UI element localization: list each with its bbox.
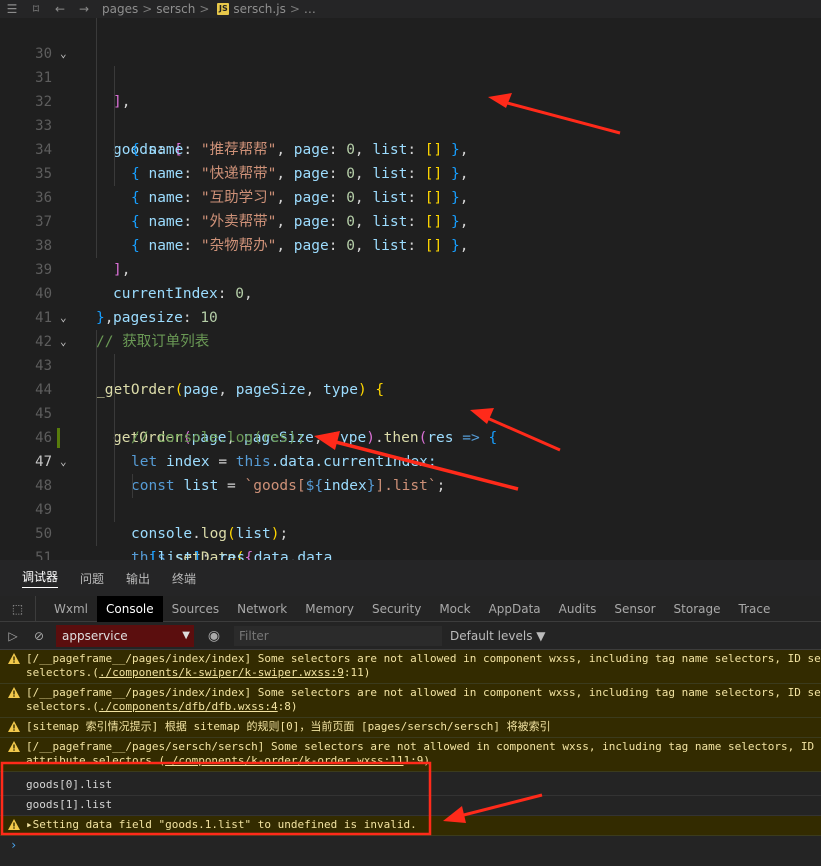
- breadcrumb-more[interactable]: …: [304, 2, 316, 16]
- code-line: 38 currentIndex: 0,: [0, 210, 821, 302]
- code-editor[interactable]: 30 ], 31 ⌄ goods: [ 32 { name: "推荐帮帮", p…: [0, 18, 821, 560]
- console-log: goods[0].list: [0, 776, 821, 796]
- console-log: goods[1].list: [0, 796, 821, 816]
- panel-tab-mock[interactable]: Mock: [430, 596, 479, 622]
- source-link[interactable]: ./components/k-order/k-order.wxss:11: [165, 754, 403, 767]
- fold-chevron-icon[interactable]: ⌄: [60, 330, 72, 354]
- warning-icon: [8, 653, 20, 664]
- breadcrumb-pages[interactable]: pages: [102, 2, 138, 16]
- tab-output[interactable]: 输出: [126, 570, 150, 587]
- panel-tab-security[interactable]: Security: [363, 596, 430, 622]
- console-warning: [sitemap 索引情况提示] 根据 sitemap 的规则[0]，当前页面 …: [0, 718, 821, 738]
- forward-arrow-icon[interactable]: →: [72, 2, 96, 16]
- editor-breadcrumb-bar: ☰ ⌑ ← → pages > sersch > JS sersch.js > …: [0, 0, 821, 18]
- eye-icon[interactable]: ◉: [194, 628, 234, 644]
- code-line: 31 ⌄ goods: [: [0, 42, 821, 158]
- console-warning: [/__pageframe__/pages/sersch/sersch] Som…: [0, 738, 821, 772]
- js-file-icon: JS: [217, 3, 230, 15]
- panel-tab-sensor[interactable]: Sensor: [605, 596, 664, 622]
- bookmark-icon[interactable]: ⌑: [24, 2, 48, 16]
- code-line: 37 ],: [0, 186, 821, 278]
- console-warning: ▸Setting data field "goods.1.list" to un…: [0, 816, 821, 836]
- chevron-down-icon: ▼: [182, 629, 190, 641]
- menu-icon[interactable]: ☰: [0, 2, 24, 16]
- back-arrow-icon[interactable]: ←: [48, 2, 72, 16]
- code-line: 44 // console.log(res);: [0, 354, 821, 446]
- code-line: 40 },: [0, 258, 821, 326]
- code-line: 41 // 获取订单列表: [0, 282, 821, 350]
- code-line: 45 let index = this.data.currentIndex;: [0, 378, 821, 470]
- fold-chevron-icon[interactable]: ⌄: [60, 42, 72, 66]
- panel-tab-storage[interactable]: Storage: [665, 596, 730, 622]
- code-line: 33 { name: "快递帮带", page: 0, list: [] },: [0, 90, 821, 182]
- clear-console-icon[interactable]: ⊘: [26, 629, 52, 643]
- inspect-element-icon[interactable]: ⬚: [0, 595, 36, 622]
- fold-chevron-icon[interactable]: ⌄: [60, 306, 72, 330]
- panel-tab-memory[interactable]: Memory: [296, 596, 363, 622]
- warning-icon: [8, 819, 20, 830]
- filter-input[interactable]: Filter: [234, 625, 442, 646]
- code-line: 30 ],: [0, 18, 821, 110]
- code-line: 47 console.log(list);: [0, 426, 821, 542]
- console-output[interactable]: [/__pageframe__/pages/index/index] Some …: [0, 650, 821, 866]
- code-line: 35 { name: "外卖帮带", page: 0, list: [] },: [0, 138, 821, 230]
- code-line: 48 ⌄ this.setData({: [0, 450, 821, 560]
- code-line: 36 { name: "杂物帮办", page: 0, list: [] },: [0, 162, 821, 254]
- panel-tab-trace[interactable]: Trace: [730, 596, 780, 622]
- context-select-value: appservice: [62, 628, 128, 643]
- sidebar-toggle-icon[interactable]: ▷: [0, 629, 26, 643]
- code-line: 32 { name: "推荐帮帮", page: 0, list: [] },: [0, 66, 821, 158]
- code-line: 34 { name: "互助学习", page: 0, list: [] },: [0, 114, 821, 206]
- tab-problems[interactable]: 问题: [80, 570, 104, 587]
- breadcrumb-separator: >: [199, 2, 210, 16]
- console-warning: [/__pageframe__/pages/index/index] Some …: [0, 684, 821, 718]
- code-line: 43 ⌄ getOrder(page, pageSize, type).then…: [0, 330, 821, 446]
- warning-icon: [8, 741, 20, 752]
- breadcrumb-separator: >: [289, 2, 300, 16]
- warning-icon: [8, 721, 20, 732]
- panel-tab-wxml[interactable]: Wxml: [45, 596, 97, 622]
- console-filter-bar: ▷ ⊘ appservice ▼ ◉ Filter Default levels…: [0, 622, 821, 650]
- fold-chevron-icon[interactable]: ⌄: [60, 450, 72, 474]
- tab-debugger[interactable]: 调试器: [22, 568, 59, 588]
- modified-line-marker: [57, 428, 60, 448]
- code-line: 42 ⌄ _getOrder(page, pageSize, type) {: [0, 306, 821, 398]
- code-line: 51 }): [0, 522, 821, 560]
- panel-tab-audits[interactable]: Audits: [550, 596, 606, 622]
- default-levels-dropdown[interactable]: Default levels ▼: [450, 629, 546, 643]
- source-link[interactable]: ./components/dfb/dfb.wxss:4: [99, 700, 278, 713]
- breadcrumb-file[interactable]: sersch.js: [233, 2, 285, 16]
- panel-tab-appdata[interactable]: AppData: [480, 596, 550, 622]
- breadcrumb-separator: >: [142, 2, 153, 16]
- console-prompt[interactable]: ›: [10, 838, 17, 852]
- code-line: 52 },: [0, 546, 821, 560]
- panel-tab-sources[interactable]: Sources: [163, 596, 228, 622]
- code-line: 46 const list = `goods[${index}].list`;: [0, 402, 821, 494]
- devtools-tab-bar: 调试器 问题 输出 终端: [0, 560, 821, 596]
- warning-icon: [8, 687, 20, 698]
- code-line: 39 pagesize: 10: [0, 234, 821, 326]
- console-warning: [/__pageframe__/pages/index/index] Some …: [0, 650, 821, 684]
- code-line: 49 [list]: res.data.data: [0, 474, 821, 560]
- context-select[interactable]: appservice ▼: [56, 624, 194, 647]
- panel-tab-network[interactable]: Network: [228, 596, 296, 622]
- code-line: 50 }): [0, 498, 821, 542]
- panel-tab-bar: ⬚ Wxml Console Sources Network Memory Se…: [0, 595, 821, 622]
- source-link[interactable]: ./components/k-swiper/k-swiper.wxss:9: [99, 666, 344, 679]
- breadcrumb-folder[interactable]: sersch: [156, 2, 195, 16]
- panel-tab-console[interactable]: Console: [97, 595, 163, 622]
- tab-terminal[interactable]: 终端: [172, 570, 196, 587]
